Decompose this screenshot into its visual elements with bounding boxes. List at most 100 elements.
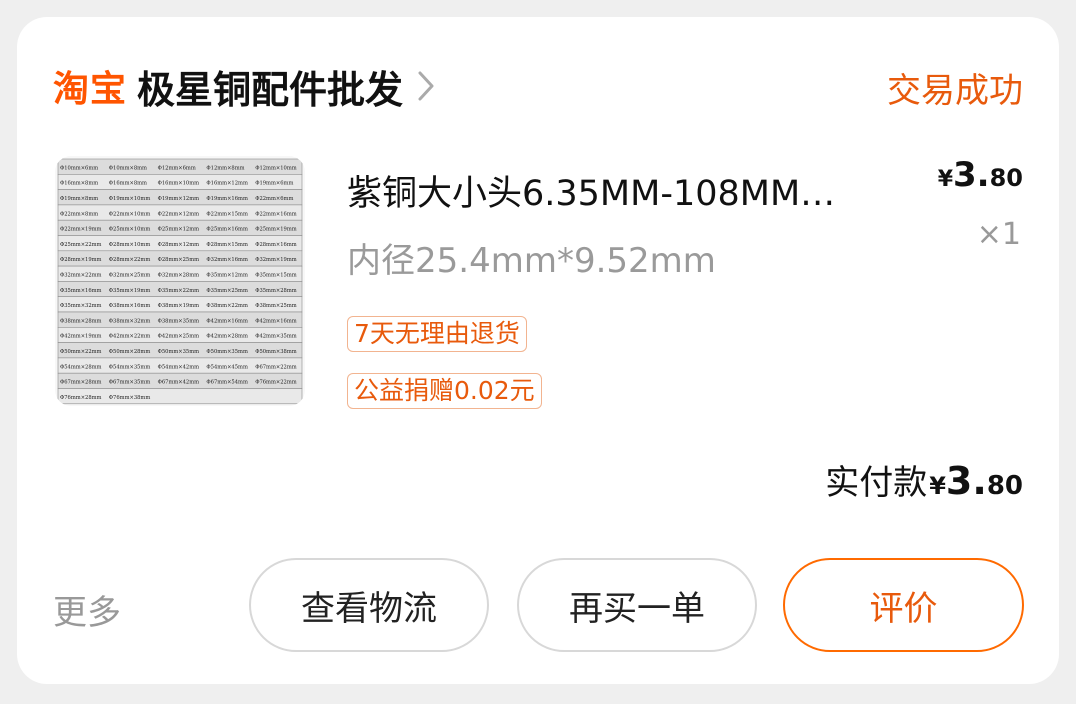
- thumbnail-cell: Φ28mm×12mm: [158, 242, 200, 248]
- thumbnail-cell: Φ35mm×22mm: [158, 288, 200, 294]
- price-integer: 3.: [953, 155, 990, 195]
- taobao-logo: 淘宝: [53, 69, 128, 110]
- thumbnail-cell: Φ76mm×28mm: [60, 395, 102, 401]
- thumbnail-cell: Φ16mm×10mm: [158, 181, 200, 187]
- thumbnail-cell: Φ35mm×28mm: [255, 288, 297, 294]
- thumbnail-cell: Φ42mm×19mm: [60, 334, 102, 340]
- thumbnail-cell: Φ38mm×25mm: [255, 303, 297, 309]
- thumbnail-cell: Φ16mm×12mm: [206, 181, 248, 187]
- thumbnail-cell: Φ16mm×8mm: [60, 181, 98, 187]
- thumbnail-cell: Φ25mm×12mm: [158, 227, 200, 233]
- thumbnail-cell: Φ28mm×19mm: [60, 257, 102, 263]
- thumbnail-cell: Φ19mm×8mm: [60, 196, 98, 202]
- thumbnail-cell: Φ25mm×22mm: [60, 242, 102, 248]
- thumbnail-cell: Φ42mm×16mm: [255, 318, 297, 324]
- thumbnail-cell: Φ32mm×19mm: [255, 257, 297, 263]
- paid-decimal: 80: [986, 471, 1023, 501]
- thumbnail-cell: Φ10mm×8mm: [109, 165, 147, 171]
- thumbnail-cell: Φ38mm×28mm: [60, 318, 102, 324]
- thumbnail-cell: Φ19mm×12mm: [158, 196, 200, 202]
- paid-label: 实付款: [825, 463, 928, 503]
- thumbnail-cell: Φ42mm×28mm: [206, 334, 248, 340]
- thumbnail-cell: Φ38mm×35mm: [158, 318, 200, 324]
- thumbnail-cell: Φ50mm×35mm: [206, 349, 248, 355]
- thumbnail-cell: Φ54mm×45mm: [206, 364, 248, 370]
- thumbnail-cell: Φ19mm×10mm: [109, 196, 151, 202]
- thumbnail-cell: Φ76mm×22mm: [255, 380, 297, 386]
- thumbnail-cell: Φ35mm×12mm: [206, 273, 248, 279]
- return-policy-tag: 7天无理由退货: [347, 316, 527, 352]
- review-button[interactable]: 评价: [783, 558, 1024, 652]
- thumbnail-cell: Φ42mm×25mm: [158, 334, 200, 340]
- buy-again-button[interactable]: 再买一单: [517, 558, 757, 652]
- thumbnail-cell: Φ19mm×6mm: [255, 181, 293, 187]
- thumbnail-cell: Φ25mm×10mm: [109, 227, 151, 233]
- thumbnail-cell: Φ22mm×16mm: [255, 211, 297, 217]
- thumbnail-cell: Φ16mm×8mm: [109, 181, 147, 187]
- thumbnail-cell: Φ67mm×22mm: [255, 364, 297, 370]
- thumbnail-cell: Φ35mm×15mm: [255, 273, 297, 279]
- thumbnail-cell: Φ22mm×10mm: [109, 211, 151, 217]
- thumbnail-cell: Φ50mm×22mm: [60, 349, 102, 355]
- thumbnail-cell: Φ10mm×6mm: [60, 165, 98, 171]
- thumbnail-cell: Φ76mm×38mm: [109, 395, 151, 401]
- thumbnail-cell: Φ28mm×16mm: [255, 242, 297, 248]
- thumbnail-cell: Φ22mm×19mm: [60, 227, 102, 233]
- thumbnail-cell: Φ42mm×35mm: [255, 334, 297, 340]
- thumbnail-cell: Φ25mm×19mm: [255, 227, 297, 233]
- more-button[interactable]: 更多: [53, 585, 121, 634]
- thumbnail-cell: Φ32mm×22mm: [60, 273, 102, 279]
- thumbnail-cell: Φ32mm×16mm: [206, 257, 248, 263]
- thumbnail-cell: Φ38mm×19mm: [158, 303, 200, 309]
- thumbnail-cell: Φ67mm×54mm: [206, 380, 248, 386]
- thumbnail-cell: Φ54mm×35mm: [109, 364, 151, 370]
- thumbnail-cell: Φ32mm×25mm: [109, 273, 151, 279]
- order-status: 交易成功: [887, 71, 1023, 111]
- thumbnail-cell: Φ54mm×42mm: [158, 364, 200, 370]
- thumbnail-cell: Φ22mm×12mm: [158, 211, 200, 217]
- view-logistics-button[interactable]: 查看物流: [249, 558, 489, 652]
- thumbnail-cell: Φ38mm×22mm: [206, 303, 248, 309]
- thumbnail-cell: Φ28mm×22mm: [109, 257, 151, 263]
- charity-tag: 公益捐赠0.02元: [347, 373, 542, 409]
- product-spec: 内径25.4mm*9.52mm: [347, 241, 716, 281]
- thumbnail-cell: Φ35mm×16mm: [60, 288, 102, 294]
- thumbnail-cell: Φ22mm×15mm: [206, 211, 248, 217]
- thumbnail-cell: Φ38mm×32mm: [109, 318, 151, 324]
- price-symbol: ¥: [937, 167, 954, 192]
- thumbnail-cell: Φ12mm×10mm: [255, 165, 297, 171]
- thumbnail-cell: Φ67mm×35mm: [109, 380, 151, 386]
- thumbnail-cell: Φ32mm×28mm: [158, 273, 200, 279]
- thumbnail-cell: Φ35mm×32mm: [60, 303, 102, 309]
- thumbnail-cell: Φ35mm×19mm: [109, 288, 151, 294]
- paid-integer: 3.: [945, 459, 987, 503]
- thumbnail-cell: Φ35mm×25mm: [206, 288, 248, 294]
- thumbnail-cell: Φ12mm×8mm: [206, 165, 244, 171]
- product-thumbnail[interactable]: Φ10mm×6mm Φ10mm×8mm Φ12mm×6mm Φ12mm×8mm Φ12m…: [55, 156, 305, 406]
- price-decimal: 80: [989, 164, 1023, 192]
- quantity: ×1: [976, 217, 1021, 252]
- thumbnail-cell: Φ12mm×6mm: [158, 165, 196, 171]
- thumbnail-cell: Φ22mm×6mm: [255, 196, 293, 202]
- thumbnail-cell: Φ19mm×16mm: [206, 196, 248, 202]
- thumbnail-cell: Φ28mm×10mm: [109, 242, 151, 248]
- paid-symbol: ¥: [929, 472, 946, 500]
- thumbnail-cell: Φ50mm×28mm: [109, 349, 151, 355]
- product-title[interactable]: 紫铜大小头6.35MM-108MM…: [347, 165, 907, 216]
- thumbnail-cell: Φ42mm×22mm: [109, 334, 151, 340]
- shop-header[interactable]: 淘宝 极星铜配件批发: [53, 59, 435, 114]
- thumbnail-cell: Φ67mm×42mm: [158, 380, 200, 386]
- thumbnail-cell: Φ42mm×16mm: [206, 318, 248, 324]
- thumbnail-cell: Φ28mm×25mm: [158, 257, 200, 263]
- thumbnail-cell: Φ50mm×38mm: [255, 349, 297, 355]
- order-card: 淘宝 极星铜配件批发 交易成功 Φ10mm×6mm Φ10mm×8mm Φ12mm×…: [17, 17, 1059, 684]
- paid-amount: 实付款 ¥3. 80: [825, 455, 1023, 504]
- thumbnail-cell: Φ22mm×8mm: [60, 211, 98, 217]
- thumbnail-cell: Φ28mm×15mm: [206, 242, 248, 248]
- shop-name[interactable]: 极星铜配件批发: [137, 59, 403, 114]
- thumbnail-cell: Φ25mm×16mm: [206, 227, 248, 233]
- chevron-right-icon[interactable]: [417, 70, 435, 102]
- unit-price: ¥3.80: [938, 155, 1023, 195]
- thumbnail-cell: Φ67mm×28mm: [60, 380, 102, 386]
- thumbnail-cell: Φ38mm×16mm: [109, 303, 151, 309]
